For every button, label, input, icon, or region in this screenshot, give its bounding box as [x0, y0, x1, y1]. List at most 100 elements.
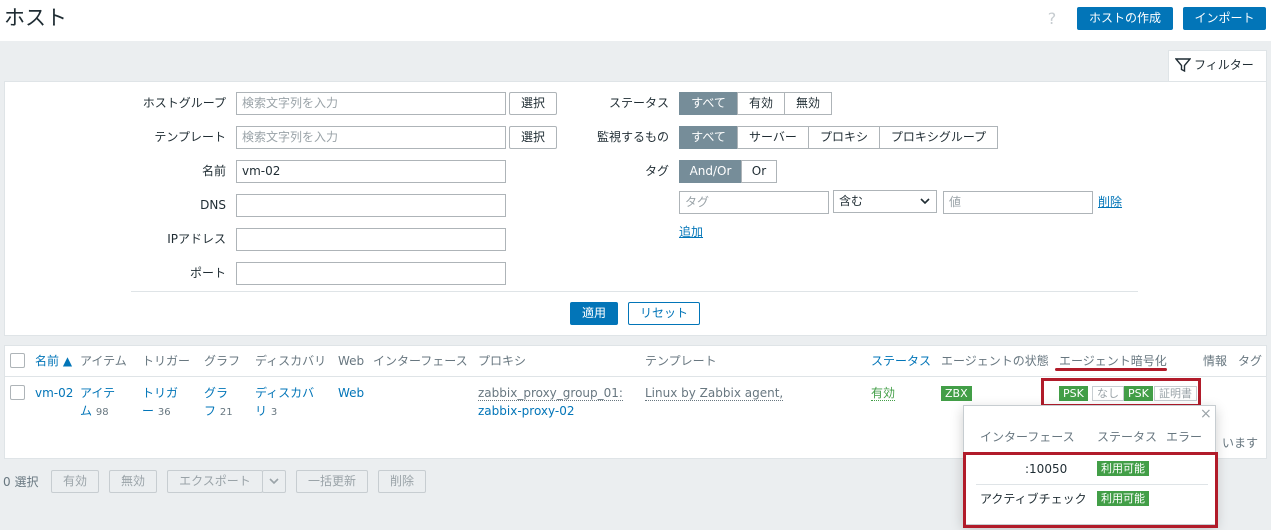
popup-col-status: ステータス: [1097, 430, 1158, 444]
popup-interface-1: :10050: [1025, 462, 1068, 476]
col-status[interactable]: ステータス: [871, 353, 931, 369]
encryption-conn-none: なし: [1092, 386, 1124, 401]
encryption-conn-psk: PSK: [1059, 386, 1088, 401]
triggers-count: 36: [157, 407, 171, 418]
col-info: 情報: [1203, 354, 1228, 368]
items-link[interactable]: アイテム 98: [80, 384, 115, 422]
export-dropdown[interactable]: [262, 470, 286, 493]
discovery-count: 3: [270, 407, 278, 418]
template-text: Linux by Zabbix agent,: [645, 386, 784, 401]
template-input[interactable]: 検索文字列を入力: [236, 126, 506, 149]
reset-button[interactable]: リセット: [628, 302, 700, 325]
col-proxy: プロキシ: [478, 354, 527, 368]
import-button[interactable]: インポート: [1183, 7, 1266, 30]
template-select-button[interactable]: 選択: [509, 126, 557, 149]
web-link[interactable]: Web: [338, 384, 364, 402]
monitored-by-label: 監視するもの: [596, 130, 669, 144]
items-label2: ム: [80, 404, 93, 418]
tag-remove-link[interactable]: 削除: [1098, 194, 1122, 210]
status-all[interactable]: すべて: [679, 92, 738, 115]
triggers-label2: ー: [142, 404, 155, 418]
monitored-proxy[interactable]: プロキシ: [808, 126, 880, 149]
tag-operator-andor[interactable]: And/Or: [679, 160, 742, 183]
template-label: テンプレート: [154, 130, 226, 144]
col-interface: インターフェース: [373, 354, 468, 368]
display-count-text: います: [1222, 436, 1259, 450]
help-icon[interactable]: ?: [1045, 9, 1059, 29]
close-icon[interactable]: ×: [1200, 406, 1212, 422]
graphs-label2: フ: [204, 404, 217, 418]
template-link[interactable]: Linux by Zabbix agent,: [645, 384, 784, 402]
graphs-label: グラ: [204, 386, 229, 400]
encryption-accept-cert: 証明書: [1154, 386, 1197, 401]
apply-button[interactable]: 適用: [570, 302, 618, 325]
graphs-link[interactable]: グラフ 21: [204, 384, 233, 422]
chevron-down-icon: [269, 478, 279, 485]
enable-button[interactable]: 有効: [51, 470, 99, 493]
monitored-all[interactable]: すべて: [679, 126, 738, 149]
filter-tab[interactable]: フィルター: [1168, 50, 1267, 82]
graphs-count: 21: [219, 407, 233, 418]
monitored-server[interactable]: サーバー: [737, 126, 809, 149]
funnel-icon: [1174, 58, 1192, 73]
tag-value-input[interactable]: 値: [943, 191, 1093, 214]
create-host-button[interactable]: ホストの作成: [1077, 7, 1173, 30]
mass-update-button[interactable]: 一括更新: [296, 470, 368, 493]
col-agent-encryption: エージェント暗号化: [1059, 354, 1167, 368]
port-label: ポート: [189, 266, 226, 280]
col-items: アイテム: [80, 354, 127, 368]
discovery-label2: リ: [255, 404, 268, 418]
col-graphs: グラフ: [204, 354, 241, 368]
page-title: ホスト: [4, 6, 67, 30]
port-input[interactable]: [236, 262, 506, 285]
select-all-checkbox[interactable]: [10, 353, 25, 368]
col-discovery: ディスカバリ: [255, 354, 327, 368]
encryption-underline: [1055, 368, 1167, 371]
status-label: ステータス: [608, 96, 669, 110]
tag-operator-or[interactable]: Or: [741, 160, 777, 183]
filter-divider: [131, 291, 1138, 292]
host-group-input[interactable]: 検索文字列を入力: [236, 92, 506, 115]
proxy-group-text: zabbix_proxy_group_01:: [478, 386, 623, 401]
name-input[interactable]: vm-02: [236, 160, 506, 183]
header-divider: [5, 376, 1266, 377]
popup-status-1: 利用可能: [1097, 461, 1149, 476]
discovery-link[interactable]: ディスカバリ 3: [255, 384, 314, 422]
disable-button[interactable]: 無効: [109, 470, 157, 493]
col-templates: テンプレート: [645, 354, 717, 368]
monitored-proxy-group[interactable]: プロキシグループ: [879, 126, 998, 149]
dns-input[interactable]: [236, 194, 506, 217]
name-label: 名前: [201, 164, 226, 178]
col-triggers: トリガー: [142, 354, 191, 368]
popup-interface-2: アクティブチェック: [980, 492, 1087, 506]
tag-add-link[interactable]: 追加: [679, 224, 703, 240]
popup-row-divider: [976, 484, 1208, 485]
col-name[interactable]: 名前 ▲: [35, 353, 72, 369]
host-group-label: ホストグループ: [142, 96, 226, 110]
row-checkbox[interactable]: [10, 385, 25, 400]
status-toggle[interactable]: 有効: [871, 384, 896, 402]
col-web: Web: [338, 354, 365, 368]
col-tags: タグ: [1238, 354, 1263, 368]
delete-button[interactable]: 削除: [378, 470, 426, 493]
tags-label: タグ: [644, 164, 669, 178]
triggers-label: トリガ: [142, 386, 179, 400]
ip-input[interactable]: [236, 228, 506, 251]
status-enabled[interactable]: 有効: [737, 92, 785, 115]
proxy-group-link[interactable]: zabbix_proxy_group_01:: [478, 384, 623, 402]
triggers-link[interactable]: トリガー 36: [142, 384, 178, 422]
proxy-link[interactable]: zabbix-proxy-02: [478, 402, 575, 420]
tag-condition-value: 含む: [839, 194, 864, 208]
popup-status-2: 利用可能: [1097, 491, 1149, 506]
host-name-link[interactable]: vm-02: [35, 384, 73, 402]
export-button[interactable]: エクスポート: [167, 470, 263, 493]
host-group-select-button[interactable]: 選択: [509, 92, 557, 115]
items-label: アイテ: [80, 386, 116, 400]
tag-name-input[interactable]: タグ: [679, 191, 829, 214]
agent-zbx-badge[interactable]: ZBX: [941, 386, 972, 401]
col-agent-status: エージェントの状態: [941, 354, 1049, 368]
popup-col-interface: インターフェース: [980, 430, 1075, 444]
status-text: 有効: [871, 386, 896, 401]
status-disabled[interactable]: 無効: [784, 92, 832, 115]
tag-condition-select[interactable]: 含む: [833, 190, 937, 213]
